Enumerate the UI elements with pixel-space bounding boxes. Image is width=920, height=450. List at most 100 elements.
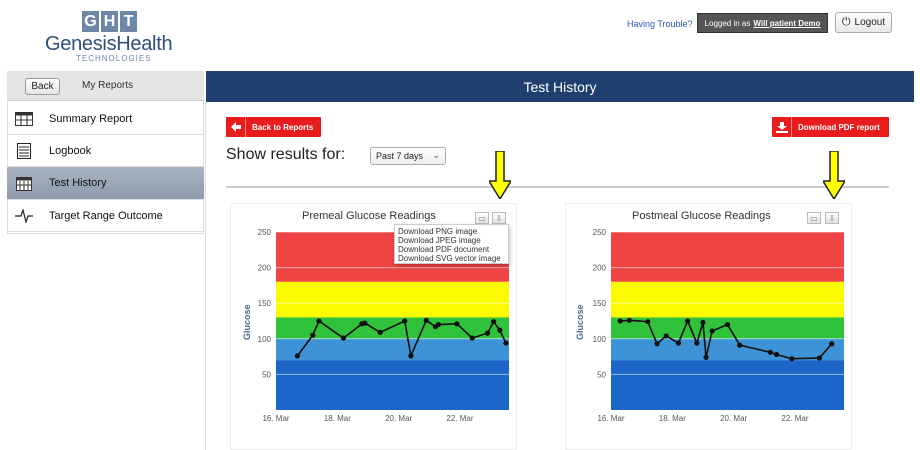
- data-point[interactable]: [310, 332, 316, 338]
- login-prefix: Logged in as: [704, 18, 751, 28]
- data-point[interactable]: [703, 354, 709, 360]
- range-band-red: [611, 232, 844, 282]
- x-tick-label: 20. Mar: [385, 414, 412, 423]
- data-point[interactable]: [484, 330, 491, 336]
- sidebar-item-target-range-outcome[interactable]: Target Range Outcome: [7, 200, 204, 232]
- data-point[interactable]: [685, 318, 691, 324]
- data-point[interactable]: [645, 319, 651, 325]
- y-tick-label: 100: [593, 335, 607, 344]
- menu-item-download-svg[interactable]: Download SVG vector image: [398, 254, 505, 263]
- x-tick-label: 16. Mar: [597, 414, 624, 423]
- data-point[interactable]: [654, 341, 660, 347]
- arrow-down-icon: [489, 151, 511, 199]
- data-point[interactable]: [377, 329, 383, 335]
- print-icon[interactable]: ▭: [807, 212, 821, 224]
- data-point[interactable]: [497, 327, 503, 333]
- data-point[interactable]: [675, 340, 682, 346]
- brand-sub: TECHNOLOGIES: [76, 54, 152, 63]
- export-icon[interactable]: ⇩: [492, 212, 506, 224]
- logo-letter: H: [101, 11, 118, 32]
- button-label: Download PDF report: [798, 122, 880, 132]
- x-tick-label: 18. Mar: [659, 414, 686, 423]
- data-point[interactable]: [700, 319, 706, 326]
- data-point[interactable]: [408, 353, 414, 359]
- divider: [226, 186, 889, 188]
- download-pdf-button[interactable]: Download PDF report: [772, 117, 889, 137]
- data-point[interactable]: [362, 320, 368, 326]
- data-point[interactable]: [423, 317, 429, 323]
- range-band-blue: [276, 360, 509, 410]
- data-point[interactable]: [454, 321, 460, 327]
- download-icon: [772, 117, 792, 137]
- menu-item-download-pdf[interactable]: Download PDF document: [398, 245, 505, 254]
- notebook-icon: [15, 142, 33, 159]
- data-point[interactable]: [816, 355, 823, 361]
- menu-item-download-png[interactable]: Download PNG image: [398, 227, 505, 236]
- sidebar-item-summary-report[interactable]: Summary Report: [7, 103, 204, 135]
- x-tick-label: 20. Mar: [720, 414, 747, 423]
- print-icon[interactable]: ▭: [475, 212, 489, 224]
- data-point[interactable]: [767, 349, 774, 355]
- data-point[interactable]: [491, 319, 497, 325]
- sidebar-item-test-history[interactable]: Test History: [7, 167, 204, 200]
- y-tick-label: 150: [258, 299, 272, 308]
- export-icon[interactable]: ⇩: [825, 212, 839, 224]
- data-point[interactable]: [340, 335, 347, 341]
- data-point[interactable]: [724, 321, 731, 328]
- data-point[interactable]: [617, 318, 623, 324]
- logo-letter: T: [120, 11, 137, 32]
- range-band-lightblue: [276, 338, 509, 361]
- arrow-down-icon: [823, 151, 845, 199]
- page-title: Test History: [206, 71, 914, 102]
- data-point[interactable]: [709, 328, 715, 334]
- logout-button[interactable]: ⏻ Logout: [835, 12, 892, 33]
- y-tick-label: 250: [593, 228, 607, 237]
- range-band-lightblue: [611, 338, 844, 361]
- user-name-link[interactable]: Will patient Demo: [753, 19, 820, 28]
- data-point[interactable]: [435, 321, 442, 328]
- logout-label: Logout: [854, 17, 886, 28]
- select-value: Past 7 days: [376, 151, 424, 161]
- data-point[interactable]: [626, 317, 632, 323]
- y-tick-label: 250: [258, 228, 272, 237]
- data-point[interactable]: [316, 318, 322, 324]
- data-point[interactable]: [294, 353, 301, 359]
- sidebar-title: My Reports: [82, 80, 134, 91]
- range-band-yellow: [611, 281, 844, 318]
- sidebar-item-label: Target Range Outcome: [49, 209, 163, 222]
- pulse-icon: [15, 208, 33, 224]
- data-point[interactable]: [789, 356, 795, 362]
- arrow-left-icon: [226, 117, 246, 137]
- help-link[interactable]: Having Trouble?: [627, 19, 693, 29]
- data-point[interactable]: [694, 340, 700, 346]
- sidebar-item-label: Logbook: [49, 144, 92, 157]
- data-point[interactable]: [829, 341, 835, 347]
- calendar-icon: [15, 175, 33, 191]
- data-point[interactable]: [737, 342, 743, 348]
- x-tick-label: 22. Mar: [781, 414, 808, 423]
- data-point[interactable]: [402, 318, 408, 324]
- power-icon: ⏻: [841, 16, 851, 28]
- x-tick-label: 18. Mar: [324, 414, 351, 423]
- range-band-yellow: [276, 281, 509, 318]
- chevron-down-icon: ⌄: [432, 150, 440, 160]
- postmeal-chart: 250 200 150 100 50 16. Mar 18. Mar 20. Mar 22. M…: [593, 228, 844, 423]
- data-point[interactable]: [663, 333, 669, 339]
- sidebar-item-label: Summary Report: [49, 112, 133, 125]
- y-tick-label: 100: [258, 335, 272, 344]
- data-point[interactable]: [469, 335, 475, 341]
- login-badge: Logged in as Will patient Demo: [697, 13, 828, 33]
- y-tick-label: 200: [258, 264, 272, 273]
- date-range-select[interactable]: Past 7 days ⌄: [370, 147, 446, 165]
- chart-title: Premeal Glucose Readings: [302, 210, 436, 222]
- sidebar-item-logbook[interactable]: Logbook: [7, 135, 204, 167]
- y-tick-label: 50: [262, 370, 271, 379]
- menu-item-download-jpeg[interactable]: Download JPEG image: [398, 236, 505, 245]
- x-tick-label: 16. Mar: [262, 414, 289, 423]
- y-tick-label: 200: [593, 264, 607, 273]
- back-button[interactable]: Back: [25, 78, 60, 95]
- data-point[interactable]: [503, 340, 509, 346]
- back-to-reports-button[interactable]: Back to Reports: [226, 117, 321, 137]
- export-menu: Download PNG image Download JPEG image D…: [394, 224, 509, 264]
- data-point[interactable]: [773, 351, 780, 358]
